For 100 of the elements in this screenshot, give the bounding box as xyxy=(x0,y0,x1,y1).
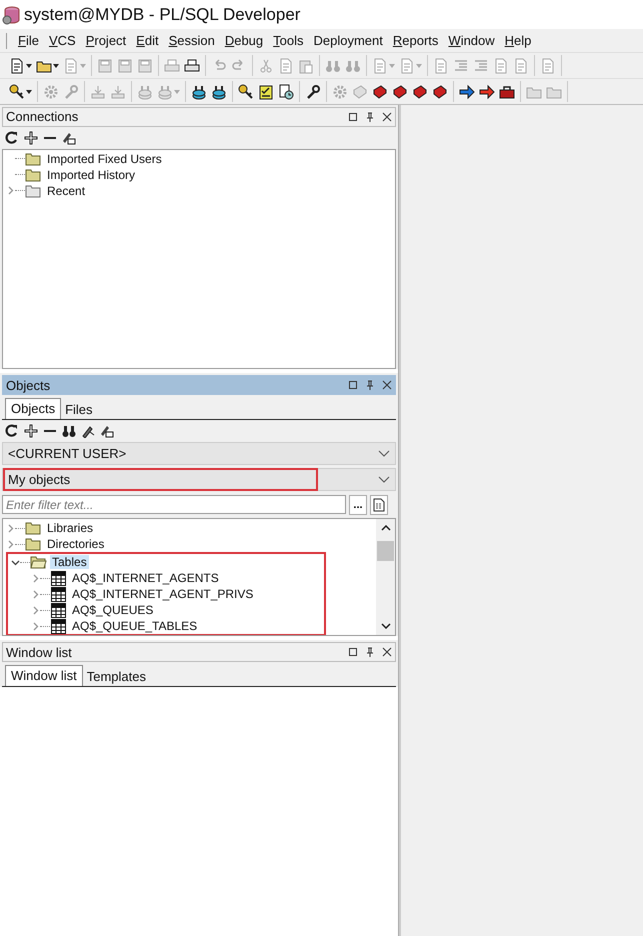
binoculars-icon[interactable] xyxy=(62,424,76,438)
tree-item[interactable]: Imported History xyxy=(45,168,138,182)
restore-icon[interactable] xyxy=(348,647,358,657)
document-button[interactable] xyxy=(370,494,388,514)
tree-item[interactable]: AQ$_QUEUE_TABLES xyxy=(70,619,200,633)
key-icon xyxy=(9,84,25,100)
pin-icon[interactable] xyxy=(365,112,375,122)
document-icon xyxy=(9,58,25,74)
dropdown[interactable]: <CURRENT USER> xyxy=(2,442,396,465)
tree-item[interactable]: Libraries xyxy=(45,521,96,535)
pin-icon[interactable] xyxy=(365,647,375,657)
pen-folder-icon[interactable] xyxy=(62,130,76,145)
checklist-icon xyxy=(258,84,274,100)
folder-icon xyxy=(25,536,42,552)
table-icon xyxy=(50,602,67,618)
folder-icon xyxy=(30,554,47,570)
collapse-icon[interactable] xyxy=(10,558,20,566)
tree-item[interactable]: Recent xyxy=(45,184,88,198)
more-button[interactable]: ... xyxy=(349,494,367,514)
toolbox-icon xyxy=(499,84,515,100)
table-icon xyxy=(50,586,67,602)
database-icon xyxy=(157,84,173,100)
tree-item[interactable]: Directories xyxy=(45,537,106,551)
menu-item[interactable]: Reports xyxy=(388,33,444,48)
wrench-icon xyxy=(63,84,79,100)
menu-item[interactable]: Tools xyxy=(268,33,308,48)
document-icon xyxy=(433,58,449,74)
caret-icon xyxy=(389,64,395,68)
document-icon xyxy=(278,58,294,74)
printer-icon xyxy=(184,58,200,74)
scissors-icon xyxy=(258,58,274,74)
close-icon[interactable] xyxy=(382,647,392,657)
tab[interactable]: Window list xyxy=(5,665,83,686)
database-icon xyxy=(191,84,207,100)
document-icon xyxy=(513,58,529,74)
restore-icon[interactable] xyxy=(348,380,358,390)
scrollbar-thumb[interactable] xyxy=(377,541,394,561)
pen-folder-icon[interactable] xyxy=(100,424,114,438)
clipboard-icon xyxy=(298,58,314,74)
filter-field[interactable]: Enter filter text... xyxy=(2,495,346,514)
folder-icon xyxy=(25,150,42,167)
panel-title: Objects xyxy=(6,378,50,392)
database-icon xyxy=(211,84,227,100)
pin-icon[interactable] xyxy=(365,380,375,390)
menu-item[interactable]: Deployment xyxy=(308,33,388,48)
plus-icon[interactable] xyxy=(24,424,38,438)
tab[interactable]: Files xyxy=(61,400,97,419)
tab[interactable]: Objects xyxy=(5,398,62,419)
panel-title: Window list xyxy=(6,644,72,660)
menu-item[interactable]: VCS xyxy=(44,33,81,48)
tab[interactable]: Templates xyxy=(82,667,150,686)
document-icon xyxy=(372,58,388,74)
clock-icon xyxy=(278,84,294,100)
folder-icon xyxy=(25,166,42,183)
lines-icon xyxy=(453,58,469,74)
tree-item[interactable]: Imported Fixed Users xyxy=(45,152,164,166)
menu-item[interactable]: Edit xyxy=(131,33,164,48)
gear-icon xyxy=(332,84,348,100)
database-icon xyxy=(137,84,153,100)
caret-icon xyxy=(26,90,32,94)
menu-item[interactable]: Session xyxy=(164,33,220,48)
toolbar-button[interactable] xyxy=(7,82,34,102)
tray-icon xyxy=(90,84,106,100)
tray-icon xyxy=(110,84,126,100)
close-icon[interactable] xyxy=(382,112,392,122)
tree-item[interactable]: AQ$_INTERNET_AGENT_PRIVS xyxy=(70,587,256,601)
tree-item[interactable]: AQ$_QUEUES xyxy=(70,603,156,617)
refresh-icon[interactable] xyxy=(5,130,19,145)
window-title: system@MYDB - PL/SQL Developer xyxy=(24,4,300,24)
caret-icon xyxy=(53,64,59,68)
folder-icon xyxy=(25,520,42,536)
document-icon xyxy=(399,58,415,74)
document-icon xyxy=(493,58,509,74)
caret-icon xyxy=(26,64,32,68)
database-icon xyxy=(2,4,20,24)
document-icon xyxy=(540,58,556,74)
caret-icon xyxy=(80,64,86,68)
table-icon xyxy=(50,570,67,586)
document-icon xyxy=(63,58,79,74)
gear-icon xyxy=(43,84,59,100)
menu-item[interactable]: File xyxy=(13,33,44,48)
menu-item[interactable]: Project xyxy=(80,33,132,48)
lines-icon xyxy=(473,58,489,74)
plus-icon[interactable] xyxy=(24,130,38,145)
pen-icon[interactable] xyxy=(81,424,95,438)
refresh-icon[interactable] xyxy=(5,424,19,438)
menu-item[interactable]: Debug xyxy=(220,33,268,48)
caret-icon xyxy=(174,90,180,94)
restore-icon[interactable] xyxy=(348,112,358,122)
caret-icon xyxy=(416,64,422,68)
tree-item[interactable]: AQ$_INTERNET_AGENTS xyxy=(70,571,221,585)
printer-icon xyxy=(164,58,180,74)
key-icon xyxy=(238,84,254,100)
menu-item[interactable]: Help xyxy=(500,33,536,48)
scrollbar[interactable] xyxy=(376,519,395,635)
folder-icon xyxy=(25,182,42,199)
close-icon[interactable] xyxy=(382,380,392,390)
menu-item[interactable]: Window xyxy=(443,33,500,48)
tree-item[interactable]: Tables xyxy=(50,555,89,569)
dropdown[interactable]: My objects xyxy=(2,468,396,491)
